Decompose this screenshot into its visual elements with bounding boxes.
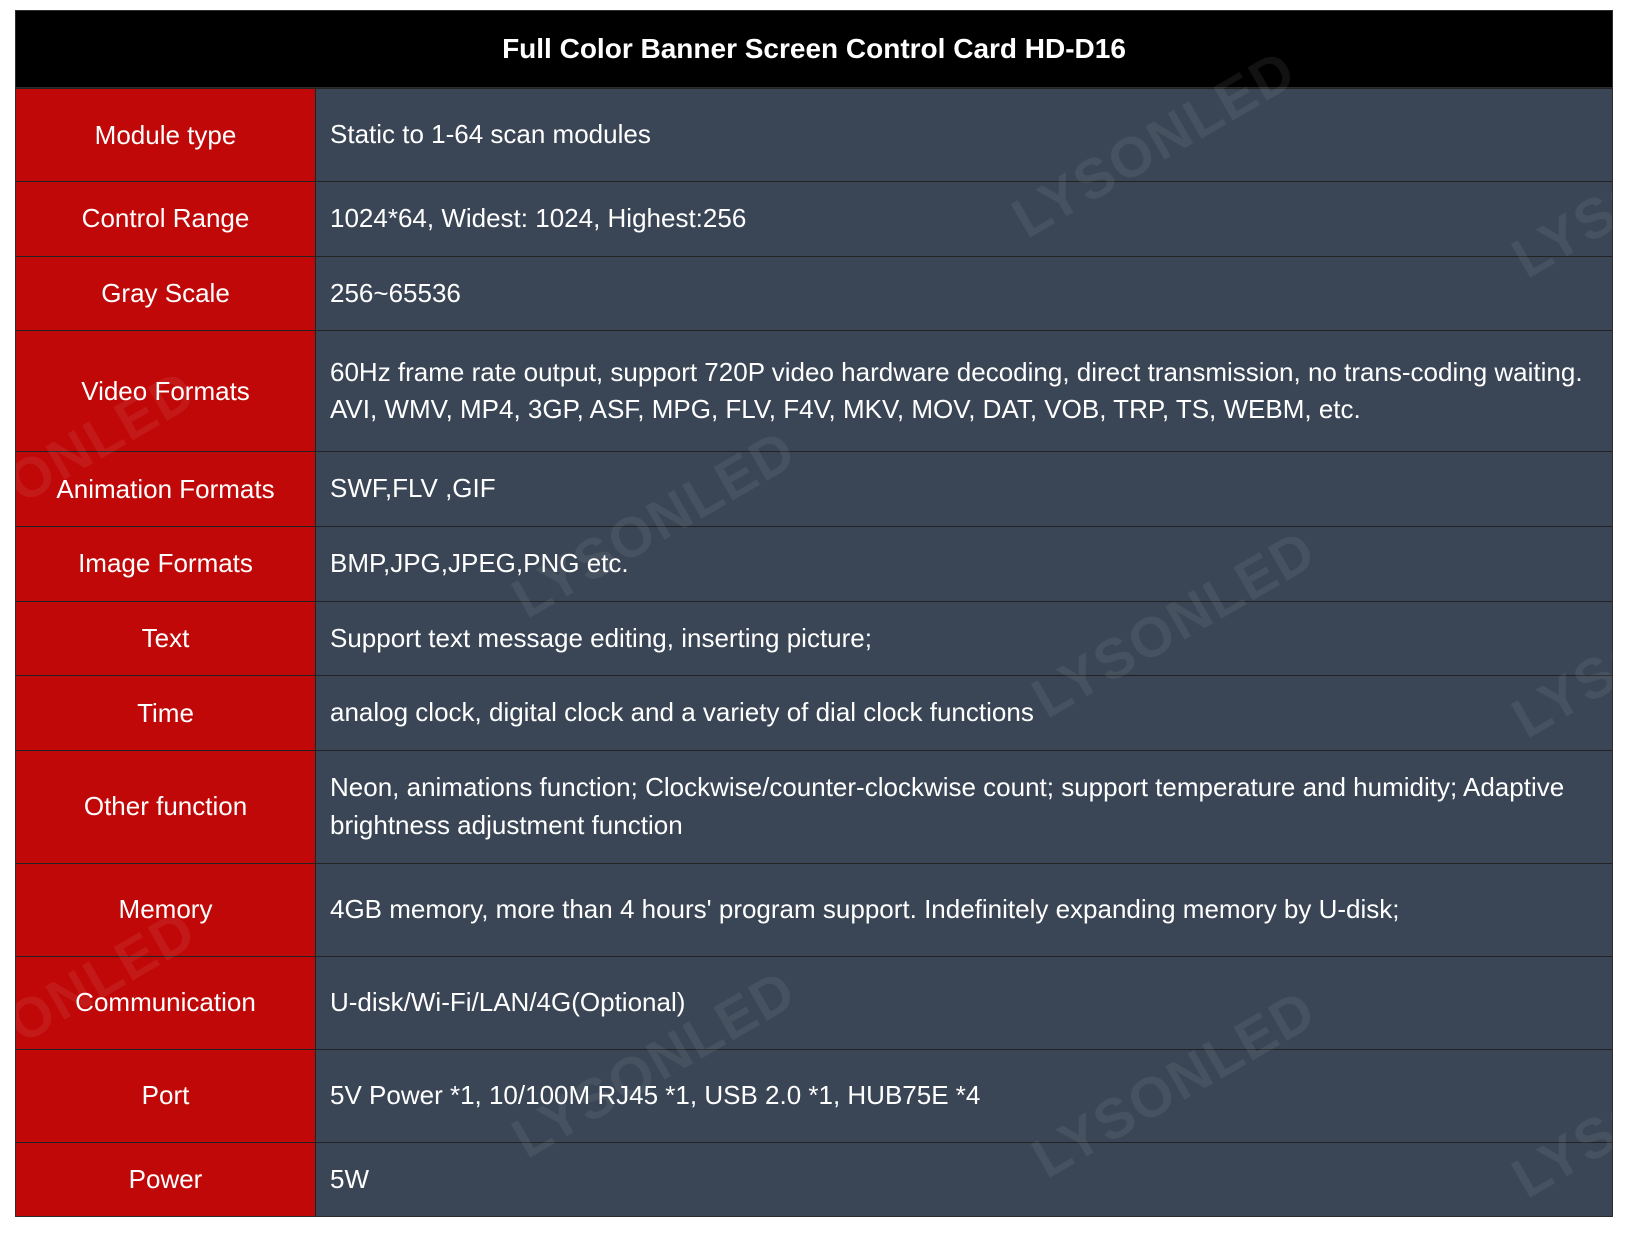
spec-label: Other function — [16, 751, 316, 862]
spec-table: LYSONLED LYSONLED LYSONLED LYSONLED LYSO… — [15, 10, 1613, 1217]
spec-row-gray-scale: Gray Scale 256~65536 — [16, 256, 1612, 331]
spec-label: Image Formats — [16, 527, 316, 601]
spec-value: Neon, animations function; Clockwise/cou… — [316, 751, 1612, 862]
spec-row-memory: Memory 4GB memory, more than 4 hours' pr… — [16, 863, 1612, 956]
spec-value: Static to 1-64 scan modules — [316, 89, 1612, 181]
spec-value: analog clock, digital clock and a variet… — [316, 676, 1612, 750]
spec-label: Memory — [16, 864, 316, 956]
spec-row-animation-formats: Animation Formats SWF,FLV ,GIF — [16, 451, 1612, 526]
spec-row-time: Time analog clock, digital clock and a v… — [16, 675, 1612, 750]
spec-value: U-disk/Wi-Fi/LAN/4G(Optional) — [316, 957, 1612, 1049]
spec-row-image-formats: Image Formats BMP,JPG,JPEG,PNG etc. — [16, 526, 1612, 601]
spec-value: SWF,FLV ,GIF — [316, 452, 1612, 526]
spec-value: 256~65536 — [316, 257, 1612, 331]
spec-row-video-formats: Video Formats 60Hz frame rate output, su… — [16, 330, 1612, 451]
spec-row-port: Port 5V Power *1, 10/100M RJ45 *1, USB 2… — [16, 1049, 1612, 1142]
spec-label: Power — [16, 1143, 316, 1217]
spec-label: Video Formats — [16, 331, 316, 451]
spec-value: 5W — [316, 1143, 1612, 1217]
spec-row-module-type: Module type Static to 1-64 scan modules — [16, 88, 1612, 181]
spec-row-other-function: Other function Neon, animations function… — [16, 750, 1612, 862]
spec-label: Animation Formats — [16, 452, 316, 526]
spec-value: 1024*64, Widest: 1024, Highest:256 — [316, 182, 1612, 256]
spec-row-communication: Communication U-disk/Wi-Fi/LAN/4G(Option… — [16, 956, 1612, 1049]
spec-label: Module type — [16, 89, 316, 181]
spec-value: 5V Power *1, 10/100M RJ45 *1, USB 2.0 *1… — [316, 1050, 1612, 1142]
spec-value: 4GB memory, more than 4 hours' program s… — [316, 864, 1612, 956]
spec-label: Text — [16, 602, 316, 676]
spec-value: 60Hz frame rate output, support 720P vid… — [316, 331, 1612, 451]
spec-label: Control Range — [16, 182, 316, 256]
spec-row-control-range: Control Range 1024*64, Widest: 1024, Hig… — [16, 181, 1612, 256]
spec-label: Gray Scale — [16, 257, 316, 331]
spec-value: BMP,JPG,JPEG,PNG etc. — [316, 527, 1612, 601]
spec-label: Time — [16, 676, 316, 750]
spec-row-text: Text Support text message editing, inser… — [16, 601, 1612, 676]
table-title: Full Color Banner Screen Control Card HD… — [16, 11, 1612, 88]
spec-label: Port — [16, 1050, 316, 1142]
spec-row-power: Power 5W — [16, 1142, 1612, 1217]
spec-value: Support text message editing, inserting … — [316, 602, 1612, 676]
spec-label: Communication — [16, 957, 316, 1049]
